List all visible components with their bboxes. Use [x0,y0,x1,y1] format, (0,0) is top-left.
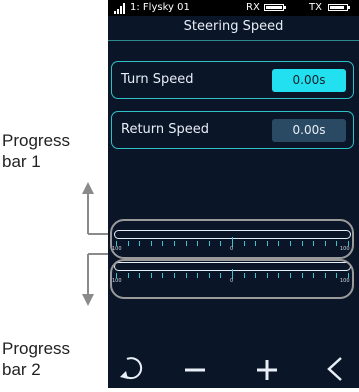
progress-bar-2-highlight [110,259,354,299]
callout-progress-bar-1: Progress bar 1 [2,130,70,172]
signal-icon [114,3,128,14]
back-button[interactable] [308,350,358,388]
rx-battery-icon [264,4,286,11]
return-speed-row[interactable]: Return Speed 0.00s [111,111,354,149]
device-screen: 1: Flysky 01 RX TX Steering Speed Turn S… [108,0,359,388]
refresh-button[interactable] [108,350,158,388]
back-icon [327,357,342,381]
minus-icon [185,368,205,372]
tx-battery-icon [328,4,350,11]
bottom-toolbar [108,350,359,388]
rx-battery-fill [266,6,282,9]
page-title: Steering Speed [183,19,284,34]
callout-line: Progress [2,131,71,150]
status-bar: 1: Flysky 01 RX TX [108,0,359,16]
return-speed-value[interactable]: 0.00s [272,119,346,142]
tx-battery-fill [330,6,344,9]
return-speed-label: Return Speed [121,122,210,137]
callout-progress-bar-2: Progress bar 2 [2,338,70,380]
callout-line: bar 1 [2,152,41,171]
tx-label: TX [309,2,322,13]
turn-speed-row[interactable]: Turn Speed 0.00s [111,61,354,99]
decrease-button[interactable] [170,350,220,388]
callout-line: Progress [2,339,71,358]
title-divider [108,40,359,41]
rx-label: RX [246,2,260,13]
callout-line: bar 2 [2,360,41,379]
progress-bar-1-highlight [110,219,354,259]
refresh-icon [120,357,143,380]
plus-icon [257,360,277,380]
model-name: 1: Flysky 01 [130,2,190,13]
turn-speed-value[interactable]: 0.00s [272,69,346,92]
turn-speed-label: Turn Speed [121,72,194,87]
increase-button[interactable] [242,350,292,388]
